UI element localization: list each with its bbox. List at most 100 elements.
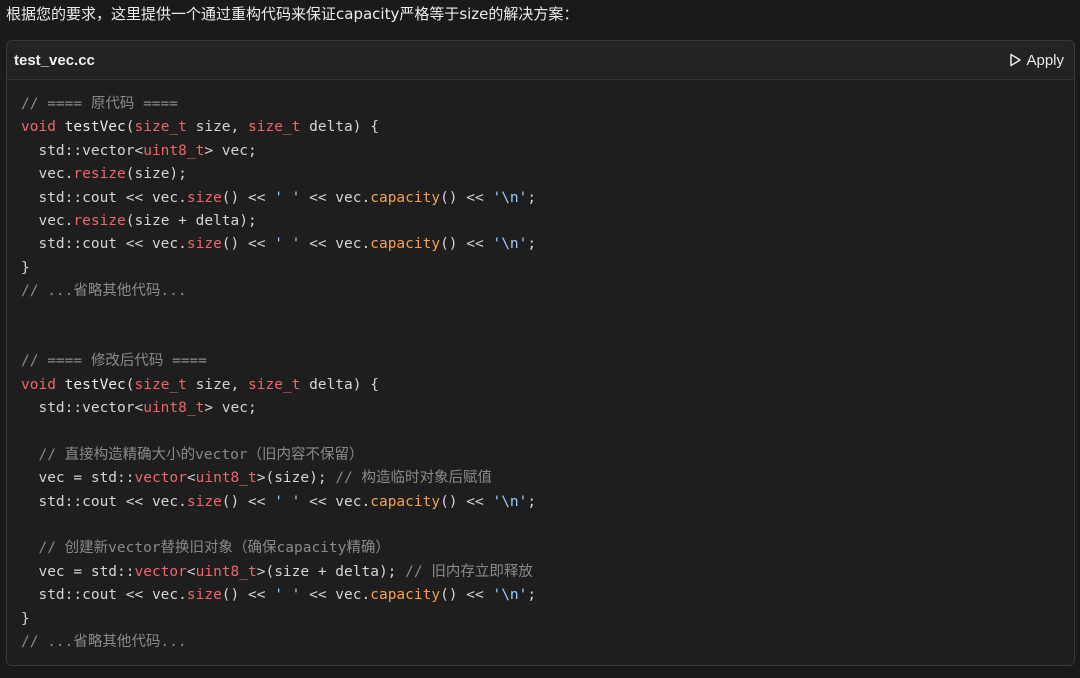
code-token: '\n'	[492, 236, 528, 253]
code-token: '\n'	[492, 587, 528, 604]
code-token: uint8_t	[195, 470, 257, 487]
code-token: // 创建新vector替换旧对象（确保capacity精确）	[21, 540, 390, 557]
code-token: vec = std::	[21, 563, 135, 580]
code-token: vec = std::	[21, 470, 135, 487]
code-token: uint8_t	[143, 142, 205, 159]
code-token: size	[186, 587, 222, 604]
code-token: <	[186, 563, 196, 580]
code-token: << vec.	[300, 587, 371, 604]
code-token: vector	[134, 470, 187, 487]
code-token: vector	[134, 563, 187, 580]
code-line: // ==== 原代码 ====	[21, 93, 536, 116]
intro-text: 根据您的要求，这里提供一个通过重构代码来保证capacity严格等于size的解…	[6, 5, 579, 23]
code-token: size_t	[134, 119, 187, 136]
code-token: << vec.	[300, 236, 371, 253]
code-token: (size);	[125, 166, 187, 183]
code-token: }	[21, 259, 30, 276]
code-line: // 直接构造精确大小的vector（旧内容不保留）	[21, 444, 536, 467]
code-line: std::vector<uint8_t> vec;	[21, 140, 536, 163]
code-filename: test_vec.cc	[14, 51, 95, 69]
code-token: uint8_t	[143, 400, 205, 417]
code-token: (	[125, 376, 135, 393]
code-token: std::cout << vec.	[21, 236, 187, 253]
code-token: testVec	[64, 376, 126, 393]
code-token: size_t	[248, 119, 301, 136]
code-token: void	[21, 119, 56, 136]
code-token: resize	[73, 212, 126, 229]
code-token: delta) {	[300, 376, 379, 393]
code-token: ' '	[274, 189, 301, 206]
apply-label: Apply	[1026, 51, 1064, 69]
code-line: vec = std::vector<uint8_t>(size); // 构造临…	[21, 467, 536, 490]
code-line: vec.resize(size + delta);	[21, 210, 536, 233]
code-token: ;	[527, 587, 537, 604]
code-token: capacity	[370, 189, 441, 206]
code-token: () <<	[221, 236, 275, 253]
code-token: () <<	[221, 189, 275, 206]
code-token: << vec.	[300, 189, 371, 206]
code-token: size_t	[134, 376, 187, 393]
code-line: void testVec(size_t size, size_t delta) …	[21, 374, 536, 397]
code-token: size	[186, 493, 222, 510]
code-token: >(size);	[256, 470, 336, 487]
code-token: >(size + delta);	[256, 563, 406, 580]
code-line: std::cout << vec.size() << ' ' << vec.ca…	[21, 187, 536, 210]
code-token: // 直接构造精确大小的vector（旧内容不保留）	[21, 446, 364, 463]
code-token: capacity	[370, 493, 441, 510]
code-line: }	[21, 257, 536, 280]
code-token: () <<	[440, 493, 493, 510]
code-token: ;	[527, 493, 537, 510]
code-token: }	[21, 610, 30, 627]
code-token: ' '	[274, 493, 301, 510]
code-token: size	[186, 189, 222, 206]
code-token: // 构造临时对象后赋值	[335, 470, 493, 487]
code-content[interactable]: // ==== 原代码 ==== void testVec(size_t size…	[21, 93, 536, 654]
code-line: std::vector<uint8_t> vec;	[21, 397, 536, 420]
code-token: capacity	[370, 236, 441, 253]
code-token: size,	[186, 376, 248, 393]
apply-button[interactable]: Apply	[1008, 52, 1064, 69]
code-token: ;	[527, 236, 537, 253]
code-token: std::cout << vec.	[21, 493, 187, 510]
code-token: // 旧内存立即释放	[405, 563, 533, 580]
code-token: <	[186, 470, 196, 487]
code-token: '\n'	[492, 493, 528, 510]
code-token: () <<	[440, 236, 493, 253]
code-token: vec.	[21, 166, 74, 183]
code-line: // 创建新vector替换旧对象（确保capacity精确）	[21, 537, 536, 560]
code-line: vec = std::vector<uint8_t>(size + delta)…	[21, 561, 536, 584]
code-token: capacity	[370, 587, 441, 604]
code-token: delta) {	[300, 119, 379, 136]
code-token: std::vector<	[21, 142, 144, 159]
code-token: ' '	[274, 236, 301, 253]
code-block-header: test_vec.cc Apply	[7, 41, 1074, 80]
code-token: testVec	[64, 119, 126, 136]
code-block: test_vec.cc Apply // ==== 原代码 ==== void t…	[6, 40, 1075, 666]
code-token: () <<	[221, 587, 275, 604]
code-token: uint8_t	[195, 563, 257, 580]
code-token: > vec;	[204, 142, 257, 159]
code-token: (	[125, 119, 135, 136]
code-token: () <<	[440, 189, 493, 206]
code-line: // ==== 修改后代码 ====	[21, 350, 536, 373]
code-line: std::cout << vec.size() << ' ' << vec.ca…	[21, 584, 536, 607]
code-token: ;	[527, 189, 537, 206]
code-line: // ...省略其他代码...	[21, 631, 536, 654]
code-token: > vec;	[204, 400, 257, 417]
code-line: void testVec(size_t size, size_t delta) …	[21, 116, 536, 139]
code-token: // ==== 修改后代码 ====	[21, 353, 207, 370]
code-token: void	[21, 376, 56, 393]
code-token: size	[186, 236, 222, 253]
code-token: () <<	[221, 493, 275, 510]
code-token: () <<	[440, 587, 493, 604]
code-token: std::cout << vec.	[21, 189, 187, 206]
code-line: std::cout << vec.size() << ' ' << vec.ca…	[21, 233, 536, 256]
code-token: ' '	[274, 587, 301, 604]
code-token: // ...省略其他代码...	[21, 283, 187, 300]
code-line: // ...省略其他代码...	[21, 280, 536, 303]
